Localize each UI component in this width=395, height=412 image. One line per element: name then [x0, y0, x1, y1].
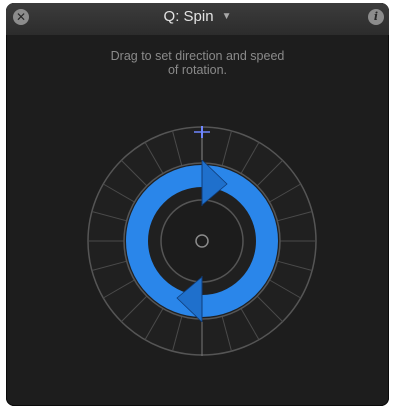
title-dropdown[interactable]: Q: Spin ▼ [6, 8, 389, 25]
spin-hud-window: ✕ Q: Spin ▼ i Drag to set direction and s… [6, 3, 389, 406]
instruction-text: Drag to set direction and speed of rotat… [6, 49, 389, 77]
chevron-down-icon: ▼ [221, 11, 232, 22]
dial-inner-ring [160, 199, 244, 283]
instruction-line-1: Drag to set direction and speed [110, 49, 285, 63]
spin-dial[interactable] [87, 126, 317, 356]
instruction-line-2: of rotation. [167, 63, 228, 77]
hud-titlebar[interactable]: ✕ Q: Spin ▼ i [6, 3, 389, 35]
hud-title: Q: Spin [163, 8, 214, 25]
info-icon[interactable]: i [368, 9, 384, 25]
